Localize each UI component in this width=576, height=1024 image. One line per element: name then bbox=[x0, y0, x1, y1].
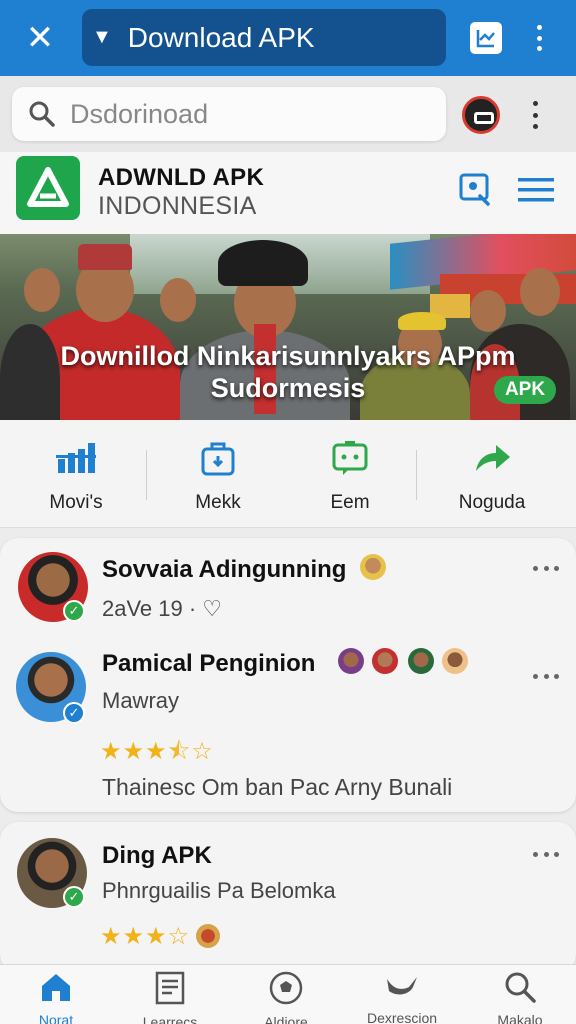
post-author[interactable]: Ding APK bbox=[102, 842, 212, 870]
avatar-mini bbox=[338, 648, 364, 674]
more-vertical-icon[interactable] bbox=[528, 20, 550, 56]
post-card[interactable]: ✓ Sovvaia Adingunning 2aVe 19 · ♡ ✓ Pami… bbox=[0, 538, 576, 812]
category-mekk[interactable]: Mekk bbox=[158, 438, 278, 514]
nav-aldiore[interactable]: Aldiore bbox=[236, 971, 336, 1024]
app-subtitle: INDONNESIA bbox=[98, 192, 257, 220]
app-name: ADWNLD APK bbox=[98, 164, 265, 191]
category-eem[interactable]: Eem bbox=[290, 438, 410, 514]
title-dropdown[interactable]: ▼ Download APK bbox=[82, 9, 446, 66]
verified-check-icon: ✓ bbox=[63, 886, 85, 908]
app-header: ADWNLD APK INDONNESIA bbox=[0, 152, 576, 234]
nav-makalo[interactable]: Makalo bbox=[470, 971, 570, 1024]
nav-home[interactable]: Norat bbox=[6, 971, 106, 1024]
apk-badge: APK bbox=[494, 376, 556, 404]
chat-bubble-icon bbox=[332, 441, 368, 475]
home-icon bbox=[42, 974, 70, 1001]
bird-icon bbox=[387, 977, 417, 995]
bar-chart-icon bbox=[56, 443, 96, 473]
category-movies[interactable]: Movi's bbox=[16, 438, 136, 514]
avatar-mini bbox=[408, 648, 434, 674]
nav-dexrescion[interactable]: Dexrescion bbox=[352, 971, 452, 1024]
post-description: Thainesc Om ban Pac Arny Bunali bbox=[102, 774, 453, 800]
close-icon[interactable]: ✕ bbox=[22, 20, 58, 56]
menu-icon[interactable] bbox=[518, 176, 554, 204]
chat-search-icon[interactable] bbox=[458, 172, 492, 206]
search-icon bbox=[505, 972, 536, 1003]
post-meta: 2aVe 19 · ♡ bbox=[102, 596, 223, 621]
search-icon bbox=[29, 101, 55, 127]
more-horizontal-icon[interactable] bbox=[533, 566, 559, 572]
search-bar[interactable] bbox=[12, 87, 446, 141]
post-subtitle: Mawray bbox=[102, 688, 180, 713]
more-vertical-icon[interactable] bbox=[528, 98, 542, 132]
more-horizontal-icon[interactable] bbox=[533, 852, 559, 858]
soccer-ball-icon bbox=[269, 971, 303, 1005]
app-logo bbox=[16, 156, 80, 220]
post-subtitle: Phnrguailis Pa Belomka bbox=[102, 878, 336, 903]
search-input[interactable] bbox=[70, 98, 430, 130]
share-arrow-icon bbox=[476, 445, 510, 471]
triangle-down-icon: ▼ bbox=[92, 26, 112, 48]
bottom-navigation: Norat Learrecs Aldiore Dexrescion Makalo bbox=[0, 964, 576, 1024]
hero-banner[interactable]: Downillod Ninkarisunnlyakrs APpm Sudorme… bbox=[0, 234, 576, 420]
banner-title: Downillod Ninkarisunnlyakrs APpm Sudorme… bbox=[60, 341, 516, 403]
category-noguda[interactable]: Noguda bbox=[432, 438, 552, 514]
avatar-mini bbox=[196, 924, 220, 948]
verified-check-icon: ✓ bbox=[63, 702, 85, 724]
record-icon[interactable] bbox=[462, 96, 500, 134]
top-app-bar: ✕ ▼ Download APK bbox=[0, 0, 576, 76]
avatar-mini bbox=[372, 648, 398, 674]
search-row bbox=[0, 76, 576, 152]
post-card[interactable]: ✓ Ding APK Phnrguailis Pa Belomka ★★★☆ bbox=[0, 822, 576, 972]
avatar-mini bbox=[442, 648, 468, 674]
nav-learrecs[interactable]: Learrecs bbox=[120, 971, 220, 1024]
bag-icon bbox=[201, 442, 235, 476]
post-author[interactable]: Pamical Penginion bbox=[102, 650, 315, 678]
page-title: Download APK bbox=[127, 21, 315, 53]
more-horizontal-icon[interactable] bbox=[533, 674, 559, 680]
verified-check-icon: ✓ bbox=[63, 600, 85, 622]
rating-stars: ★★★⯪☆ bbox=[100, 738, 214, 765]
avatar-mini bbox=[360, 554, 386, 580]
category-row: Movi's Mekk Eem Noguda bbox=[0, 420, 576, 528]
rating-stars: ★★★☆ bbox=[100, 923, 191, 950]
document-icon bbox=[155, 971, 185, 1005]
post-author[interactable]: Sovvaia Adingunning bbox=[102, 556, 346, 584]
chart-icon[interactable] bbox=[470, 22, 502, 54]
